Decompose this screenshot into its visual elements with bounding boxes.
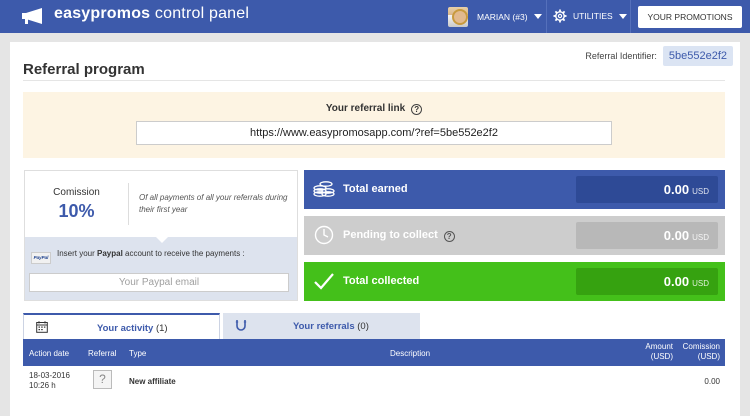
commission-label: Comission xyxy=(53,187,100,198)
navbar-divider xyxy=(546,0,547,33)
tab-your-activity[interactable]: Your activity (1) xyxy=(23,313,220,339)
column-type[interactable]: Type xyxy=(129,349,146,359)
utilities-menu[interactable]: UTILITIES xyxy=(553,9,627,23)
main-panel: Referral Identifier: 5be552e2f2 Referral… xyxy=(10,42,740,416)
pending-value: 0.00 USD xyxy=(576,222,718,249)
total-collected-label: Total collected xyxy=(343,275,420,287)
user-name: MARIAN (#3) xyxy=(477,11,528,22)
checkmark-icon xyxy=(314,273,334,290)
commission-value: 10% xyxy=(58,201,95,221)
top-navbar: easypromos control panel MARIAN (#3) UTI… xyxy=(0,0,750,33)
pending-card: Pending to collect? 0.00 USD xyxy=(304,216,725,255)
title-divider xyxy=(23,80,725,81)
row-comission: 0.00 xyxy=(704,377,720,386)
tab-your-activity-text: Your activity xyxy=(97,323,154,334)
your-promotions-button[interactable]: YOUR PROMOTIONS xyxy=(638,6,742,28)
referral-identifier-value[interactable]: 5be552e2f2 xyxy=(662,46,733,66)
page-title: Referral program xyxy=(23,61,145,78)
clock-icon xyxy=(314,225,334,245)
pending-heading: Pending to collect? xyxy=(343,229,455,242)
tab-your-activity-label: Your activity (1) xyxy=(97,323,168,334)
tab-your-referrals[interactable]: Your referrals (0) xyxy=(223,313,420,339)
referral-link-box: Your referral link? https://www.easyprom… xyxy=(23,92,725,158)
avatar xyxy=(448,6,468,27)
brand-name[interactable]: easypromos control panel xyxy=(54,5,249,23)
coins-icon xyxy=(313,181,335,197)
paypal-section: PayPal Insert your Paypal account to rec… xyxy=(25,236,297,300)
paypal-prefix: Insert your xyxy=(57,249,98,258)
utilities-label: UTILITIES xyxy=(573,11,613,21)
total-collected-currency: USD xyxy=(692,279,709,288)
column-amount[interactable]: Amount (USD) xyxy=(635,342,673,362)
total-collected-card: Total collected 0.00 USD xyxy=(304,262,725,301)
referral-identifier-label: Referral Identifier: xyxy=(585,51,657,61)
commission-box: Comission 10% Of all payments of all you… xyxy=(24,170,298,301)
total-collected-value: 0.00 USD xyxy=(576,268,718,295)
total-earned-card: Total earned 0.00 USD xyxy=(304,170,725,209)
referral-placeholder-image: ? xyxy=(93,370,112,389)
column-comission-line2: (USD) xyxy=(697,352,720,361)
chevron-down-icon xyxy=(533,14,542,19)
brand-bold: easypromos xyxy=(54,5,151,22)
referral-link-label: Your referral link xyxy=(325,103,406,114)
row-date: 18-03-2016 10:26 h xyxy=(29,371,70,391)
pending-label: Pending to collect xyxy=(343,229,438,241)
activity-table-header: Action date Referral Type Description Am… xyxy=(23,339,725,366)
chevron-down-icon xyxy=(618,13,627,19)
column-referral[interactable]: Referral xyxy=(88,349,116,359)
table-row[interactable]: 18-03-2016 10:26 h ? New affiliate 0.00 xyxy=(23,366,725,394)
magnet-icon xyxy=(235,320,247,331)
commission-summary: Comission 10% Of all payments of all you… xyxy=(25,171,297,237)
help-icon[interactable]: ? xyxy=(411,104,423,115)
paypal-instructions: Insert your Paypal account to receive th… xyxy=(57,249,245,258)
help-icon[interactable]: ? xyxy=(443,231,455,242)
column-comission[interactable]: Comission (USD) xyxy=(677,342,720,362)
row-date-time: 10:26 h xyxy=(29,381,56,390)
total-earned-value: 0.00 USD xyxy=(576,176,718,203)
brand-rest: control panel xyxy=(150,5,250,22)
tab-your-referrals-text: Your referrals xyxy=(293,321,355,332)
total-collected-amount: 0.00 xyxy=(663,274,690,289)
column-comission-line1: Comission xyxy=(682,342,720,351)
total-earned-currency: USD xyxy=(692,187,709,196)
commission-divider xyxy=(128,183,129,225)
column-action-date[interactable]: Action date xyxy=(29,349,69,359)
row-type: New affiliate xyxy=(129,377,176,386)
paypal-logo-icon: PayPal xyxy=(31,252,51,264)
user-menu[interactable]: MARIAN (#3) xyxy=(448,6,542,27)
column-amount-line2: (USD) xyxy=(650,352,673,361)
paypal-bold: Paypal xyxy=(97,249,123,258)
tab-your-referrals-count: (0) xyxy=(357,321,369,332)
commission-description: Of all payments of all your referrals du… xyxy=(139,193,288,214)
navbar-divider xyxy=(630,0,631,33)
pending-currency: USD xyxy=(692,233,709,242)
gear-icon xyxy=(553,9,567,23)
referral-link-field[interactable]: https://www.easypromosapp.com/?ref=5be55… xyxy=(136,121,612,145)
column-description[interactable]: Description xyxy=(390,349,430,359)
paypal-email-input[interactable] xyxy=(29,273,289,292)
pending-amount: 0.00 xyxy=(663,228,690,243)
tab-your-referrals-label: Your referrals (0) xyxy=(293,321,369,332)
referral-link-heading: Your referral link? xyxy=(23,103,725,115)
referral-identifier: Referral Identifier: 5be552e2f2 xyxy=(585,46,733,66)
column-amount-line1: Amount xyxy=(645,342,673,351)
megaphone-logo-icon[interactable] xyxy=(20,7,46,25)
row-date-day: 18-03-2016 xyxy=(29,371,70,380)
calendar-icon xyxy=(36,321,48,333)
paypal-suffix: account to receive the payments : xyxy=(122,249,245,258)
speech-notch xyxy=(155,236,169,243)
total-earned-amount: 0.00 xyxy=(663,182,690,197)
tab-your-activity-count: (1) xyxy=(155,323,168,334)
total-earned-label: Total earned xyxy=(343,183,408,195)
